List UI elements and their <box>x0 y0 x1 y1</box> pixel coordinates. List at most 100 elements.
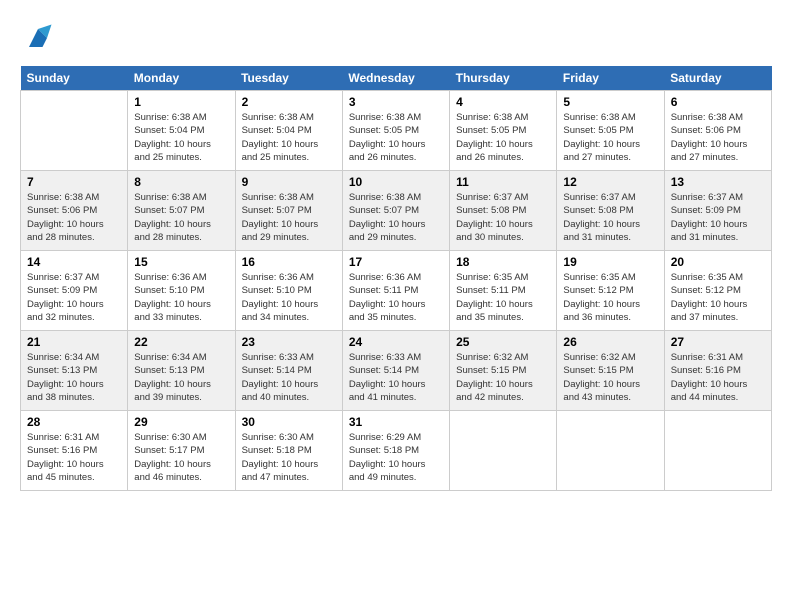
day-info: Sunrise: 6:29 AMSunset: 5:18 PMDaylight:… <box>349 431 443 484</box>
day-info: Sunrise: 6:32 AMSunset: 5:15 PMDaylight:… <box>563 351 657 404</box>
day-number: 27 <box>671 335 765 349</box>
calendar-cell: 31 Sunrise: 6:29 AMSunset: 5:18 PMDayligh… <box>342 411 449 491</box>
calendar-cell: 12 Sunrise: 6:37 AMSunset: 5:08 PMDayligh… <box>557 171 664 251</box>
day-info: Sunrise: 6:32 AMSunset: 5:15 PMDaylight:… <box>456 351 550 404</box>
calendar-cell: 23 Sunrise: 6:33 AMSunset: 5:14 PMDayligh… <box>235 331 342 411</box>
header <box>20 20 772 56</box>
day-number: 2 <box>242 95 336 109</box>
day-info: Sunrise: 6:38 AMSunset: 5:04 PMDaylight:… <box>242 111 336 164</box>
calendar-header-friday: Friday <box>557 66 664 91</box>
day-number: 19 <box>563 255 657 269</box>
calendar-cell: 10 Sunrise: 6:38 AMSunset: 5:07 PMDayligh… <box>342 171 449 251</box>
calendar-cell: 17Sunrise: 6:36 AMSunset: 5:11 PMDayligh… <box>342 251 449 331</box>
calendar-cell: 13Sunrise: 6:37 AMSunset: 5:09 PMDayligh… <box>664 171 771 251</box>
day-info: Sunrise: 6:38 AMSunset: 5:05 PMDaylight:… <box>456 111 550 164</box>
calendar-header-monday: Monday <box>128 66 235 91</box>
day-number: 24 <box>349 335 443 349</box>
day-number: 3 <box>349 95 443 109</box>
day-number: 8 <box>134 175 228 189</box>
day-info: Sunrise: 6:37 AMSunset: 5:08 PMDaylight:… <box>563 191 657 244</box>
day-number: 17 <box>349 255 443 269</box>
day-number: 12 <box>563 175 657 189</box>
day-number: 6 <box>671 95 765 109</box>
calendar-week-3: 14Sunrise: 6:37 AMSunset: 5:09 PMDayligh… <box>21 251 772 331</box>
calendar-cell: 19 Sunrise: 6:35 AMSunset: 5:12 PMDayligh… <box>557 251 664 331</box>
day-info: Sunrise: 6:33 AMSunset: 5:14 PMDaylight:… <box>349 351 443 404</box>
day-number: 5 <box>563 95 657 109</box>
calendar-cell: 7 Sunrise: 6:38 AMSunset: 5:06 PMDaylight… <box>21 171 128 251</box>
day-info: Sunrise: 6:37 AMSunset: 5:09 PMDaylight:… <box>27 271 121 324</box>
day-number: 11 <box>456 175 550 189</box>
calendar-cell: 22 Sunrise: 6:34 AMSunset: 5:13 PMDayligh… <box>128 331 235 411</box>
day-number: 28 <box>27 415 121 429</box>
calendar-cell: 18 Sunrise: 6:35 AMSunset: 5:11 PMDayligh… <box>450 251 557 331</box>
calendar-header-row: SundayMondayTuesdayWednesdayThursdayFrid… <box>21 66 772 91</box>
calendar-cell: 2 Sunrise: 6:38 AMSunset: 5:04 PMDaylight… <box>235 91 342 171</box>
day-number: 22 <box>134 335 228 349</box>
calendar-week-5: 28 Sunrise: 6:31 AMSunset: 5:16 PMDayligh… <box>21 411 772 491</box>
day-number: 25 <box>456 335 550 349</box>
day-info: Sunrise: 6:30 AMSunset: 5:17 PMDaylight:… <box>134 431 228 484</box>
calendar-cell: 6 Sunrise: 6:38 AMSunset: 5:06 PMDaylight… <box>664 91 771 171</box>
calendar-table: SundayMondayTuesdayWednesdayThursdayFrid… <box>20 66 772 491</box>
day-info: Sunrise: 6:37 AMSunset: 5:08 PMDaylight:… <box>456 191 550 244</box>
day-info: Sunrise: 6:38 AMSunset: 5:07 PMDaylight:… <box>242 191 336 244</box>
calendar-week-4: 21 Sunrise: 6:34 AMSunset: 5:13 PMDayligh… <box>21 331 772 411</box>
calendar-cell: 26 Sunrise: 6:32 AMSunset: 5:15 PMDayligh… <box>557 331 664 411</box>
calendar-header-wednesday: Wednesday <box>342 66 449 91</box>
calendar-cell: 27 Sunrise: 6:31 AMSunset: 5:16 PMDayligh… <box>664 331 771 411</box>
calendar-cell: 24 Sunrise: 6:33 AMSunset: 5:14 PMDayligh… <box>342 331 449 411</box>
day-number: 30 <box>242 415 336 429</box>
calendar-cell: 28 Sunrise: 6:31 AMSunset: 5:16 PMDayligh… <box>21 411 128 491</box>
day-number: 10 <box>349 175 443 189</box>
day-info: Sunrise: 6:36 AMSunset: 5:10 PMDaylight:… <box>242 271 336 324</box>
calendar-header-thursday: Thursday <box>450 66 557 91</box>
calendar-cell: 4 Sunrise: 6:38 AMSunset: 5:05 PMDaylight… <box>450 91 557 171</box>
day-number: 23 <box>242 335 336 349</box>
day-info: Sunrise: 6:31 AMSunset: 5:16 PMDaylight:… <box>27 431 121 484</box>
day-info: Sunrise: 6:38 AMSunset: 5:05 PMDaylight:… <box>349 111 443 164</box>
day-number: 9 <box>242 175 336 189</box>
day-info: Sunrise: 6:38 AMSunset: 5:07 PMDaylight:… <box>134 191 228 244</box>
calendar-cell: 5Sunrise: 6:38 AMSunset: 5:05 PMDaylight… <box>557 91 664 171</box>
calendar-week-2: 7 Sunrise: 6:38 AMSunset: 5:06 PMDaylight… <box>21 171 772 251</box>
day-number: 18 <box>456 255 550 269</box>
calendar-header-tuesday: Tuesday <box>235 66 342 91</box>
calendar-cell: 15 Sunrise: 6:36 AMSunset: 5:10 PMDayligh… <box>128 251 235 331</box>
calendar-cell: 8 Sunrise: 6:38 AMSunset: 5:07 PMDaylight… <box>128 171 235 251</box>
calendar-cell <box>664 411 771 491</box>
calendar-cell: 3 Sunrise: 6:38 AMSunset: 5:05 PMDaylight… <box>342 91 449 171</box>
calendar-header-saturday: Saturday <box>664 66 771 91</box>
day-number: 7 <box>27 175 121 189</box>
day-info: Sunrise: 6:31 AMSunset: 5:16 PMDaylight:… <box>671 351 765 404</box>
day-info: Sunrise: 6:34 AMSunset: 5:13 PMDaylight:… <box>134 351 228 404</box>
calendar-cell: 14Sunrise: 6:37 AMSunset: 5:09 PMDayligh… <box>21 251 128 331</box>
day-number: 15 <box>134 255 228 269</box>
day-info: Sunrise: 6:35 AMSunset: 5:12 PMDaylight:… <box>563 271 657 324</box>
day-number: 26 <box>563 335 657 349</box>
calendar-cell: 25 Sunrise: 6:32 AMSunset: 5:15 PMDayligh… <box>450 331 557 411</box>
calendar-cell: 29Sunrise: 6:30 AMSunset: 5:17 PMDayligh… <box>128 411 235 491</box>
day-number: 21 <box>27 335 121 349</box>
calendar-cell <box>21 91 128 171</box>
calendar-cell <box>450 411 557 491</box>
day-info: Sunrise: 6:38 AMSunset: 5:06 PMDaylight:… <box>27 191 121 244</box>
calendar-week-1: 1 Sunrise: 6:38 AMSunset: 5:04 PMDaylight… <box>21 91 772 171</box>
day-info: Sunrise: 6:38 AMSunset: 5:06 PMDaylight:… <box>671 111 765 164</box>
day-info: Sunrise: 6:38 AMSunset: 5:04 PMDaylight:… <box>134 111 228 164</box>
calendar-cell: 9 Sunrise: 6:38 AMSunset: 5:07 PMDaylight… <box>235 171 342 251</box>
day-info: Sunrise: 6:35 AMSunset: 5:11 PMDaylight:… <box>456 271 550 324</box>
day-number: 31 <box>349 415 443 429</box>
day-info: Sunrise: 6:33 AMSunset: 5:14 PMDaylight:… <box>242 351 336 404</box>
day-number: 1 <box>134 95 228 109</box>
day-number: 4 <box>456 95 550 109</box>
day-info: Sunrise: 6:36 AMSunset: 5:10 PMDaylight:… <box>134 271 228 324</box>
logo-icon <box>20 20 56 56</box>
day-info: Sunrise: 6:35 AMSunset: 5:12 PMDaylight:… <box>671 271 765 324</box>
day-info: Sunrise: 6:37 AMSunset: 5:09 PMDaylight:… <box>671 191 765 244</box>
calendar-cell: 16Sunrise: 6:36 AMSunset: 5:10 PMDayligh… <box>235 251 342 331</box>
day-info: Sunrise: 6:38 AMSunset: 5:07 PMDaylight:… <box>349 191 443 244</box>
calendar-cell: 20Sunrise: 6:35 AMSunset: 5:12 PMDayligh… <box>664 251 771 331</box>
day-info: Sunrise: 6:34 AMSunset: 5:13 PMDaylight:… <box>27 351 121 404</box>
calendar-cell: 21 Sunrise: 6:34 AMSunset: 5:13 PMDayligh… <box>21 331 128 411</box>
